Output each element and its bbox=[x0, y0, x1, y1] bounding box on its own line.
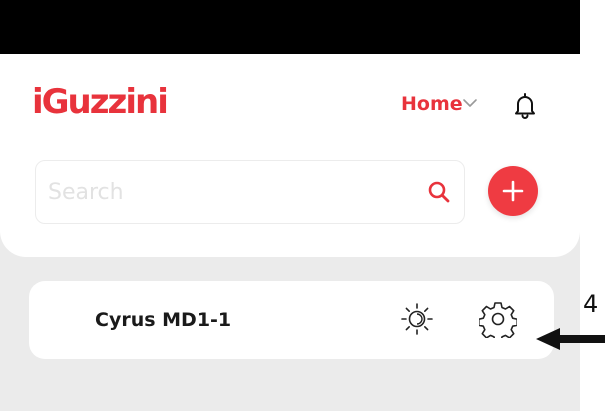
annotation-label: 4 bbox=[583, 290, 599, 318]
annotation-arrow-icon bbox=[536, 328, 605, 350]
add-device-button[interactable] bbox=[488, 166, 538, 216]
bell-icon[interactable] bbox=[512, 92, 538, 120]
plus-icon bbox=[502, 180, 524, 202]
brand-logo: iGuzzini bbox=[32, 82, 169, 122]
search-field[interactable] bbox=[35, 160, 465, 224]
device-name: Cyrus MD1-1 bbox=[95, 309, 232, 331]
chevron-down-icon[interactable] bbox=[462, 96, 478, 110]
search-icon[interactable] bbox=[426, 179, 452, 205]
home-menu[interactable]: Home bbox=[401, 93, 463, 115]
device-card[interactable]: Cyrus MD1-1 bbox=[29, 281, 554, 359]
app-screen: iGuzzini Home Cyrus MD1-1 bbox=[0, 0, 580, 411]
status-bar bbox=[0, 0, 580, 54]
brightness-icon[interactable] bbox=[399, 301, 435, 337]
gear-icon[interactable] bbox=[479, 300, 517, 338]
search-input[interactable] bbox=[48, 175, 408, 209]
